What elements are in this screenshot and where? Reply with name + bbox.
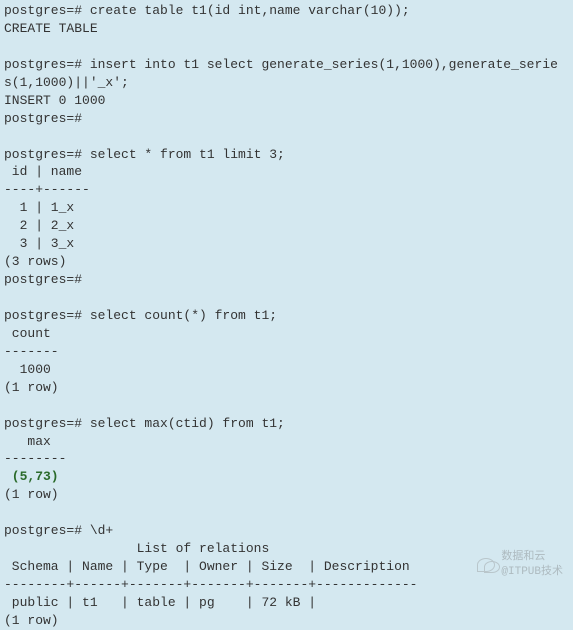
- terminal-line: 1000: [4, 362, 51, 377]
- wechat-icon: [477, 558, 495, 572]
- terminal-line: postgres=# select max(ctid) from t1;: [4, 416, 285, 431]
- watermark: 数据和云 @ITPUB技术: [477, 550, 563, 580]
- terminal-line: postgres=# insert into t1 select generat…: [4, 57, 558, 72]
- terminal-line: (3 rows): [4, 254, 66, 269]
- terminal-line: postgres=# select count(*) from t1;: [4, 308, 277, 323]
- terminal-line: 3 | 3_x: [4, 236, 74, 251]
- terminal-output: postgres=# create table t1(id int,name v…: [4, 2, 569, 630]
- terminal-line: -------: [4, 344, 59, 359]
- terminal-line: --------: [4, 451, 66, 466]
- terminal-line: CREATE TABLE: [4, 21, 98, 36]
- terminal-line: public | t1 | table | pg | 72 kB |: [4, 595, 316, 610]
- terminal-line: postgres=#: [4, 111, 82, 126]
- terminal-line: --------+------+-------+-------+-------+…: [4, 577, 417, 592]
- terminal-line: Schema | Name | Type | Owner | Size | De…: [4, 559, 410, 574]
- watermark-label: 数据和云: [501, 551, 545, 563]
- terminal-line: count: [4, 326, 51, 341]
- terminal-line: (1 row): [4, 613, 59, 628]
- terminal-line: (1 row): [4, 487, 59, 502]
- terminal-line: postgres=# create table t1(id int,name v…: [4, 3, 410, 18]
- terminal-line: (1 row): [4, 380, 59, 395]
- terminal-line: s(1,1000)||'_x';: [4, 75, 129, 90]
- terminal-line: max: [4, 434, 51, 449]
- terminal-line: 1 | 1_x: [4, 200, 74, 215]
- terminal-line: 2 | 2_x: [4, 218, 74, 233]
- terminal-line: postgres=# select * from t1 limit 3;: [4, 147, 285, 162]
- terminal-line: postgres=#: [4, 272, 82, 287]
- terminal-line: ----+------: [4, 182, 90, 197]
- terminal-line: postgres=# \d+: [4, 523, 113, 538]
- terminal-line: id | name: [4, 164, 82, 179]
- watermark-sub: @ITPUB技术: [501, 566, 563, 578]
- terminal-line: (5,73): [4, 469, 59, 484]
- terminal-line: INSERT 0 1000: [4, 93, 105, 108]
- terminal-line: List of relations: [4, 541, 269, 556]
